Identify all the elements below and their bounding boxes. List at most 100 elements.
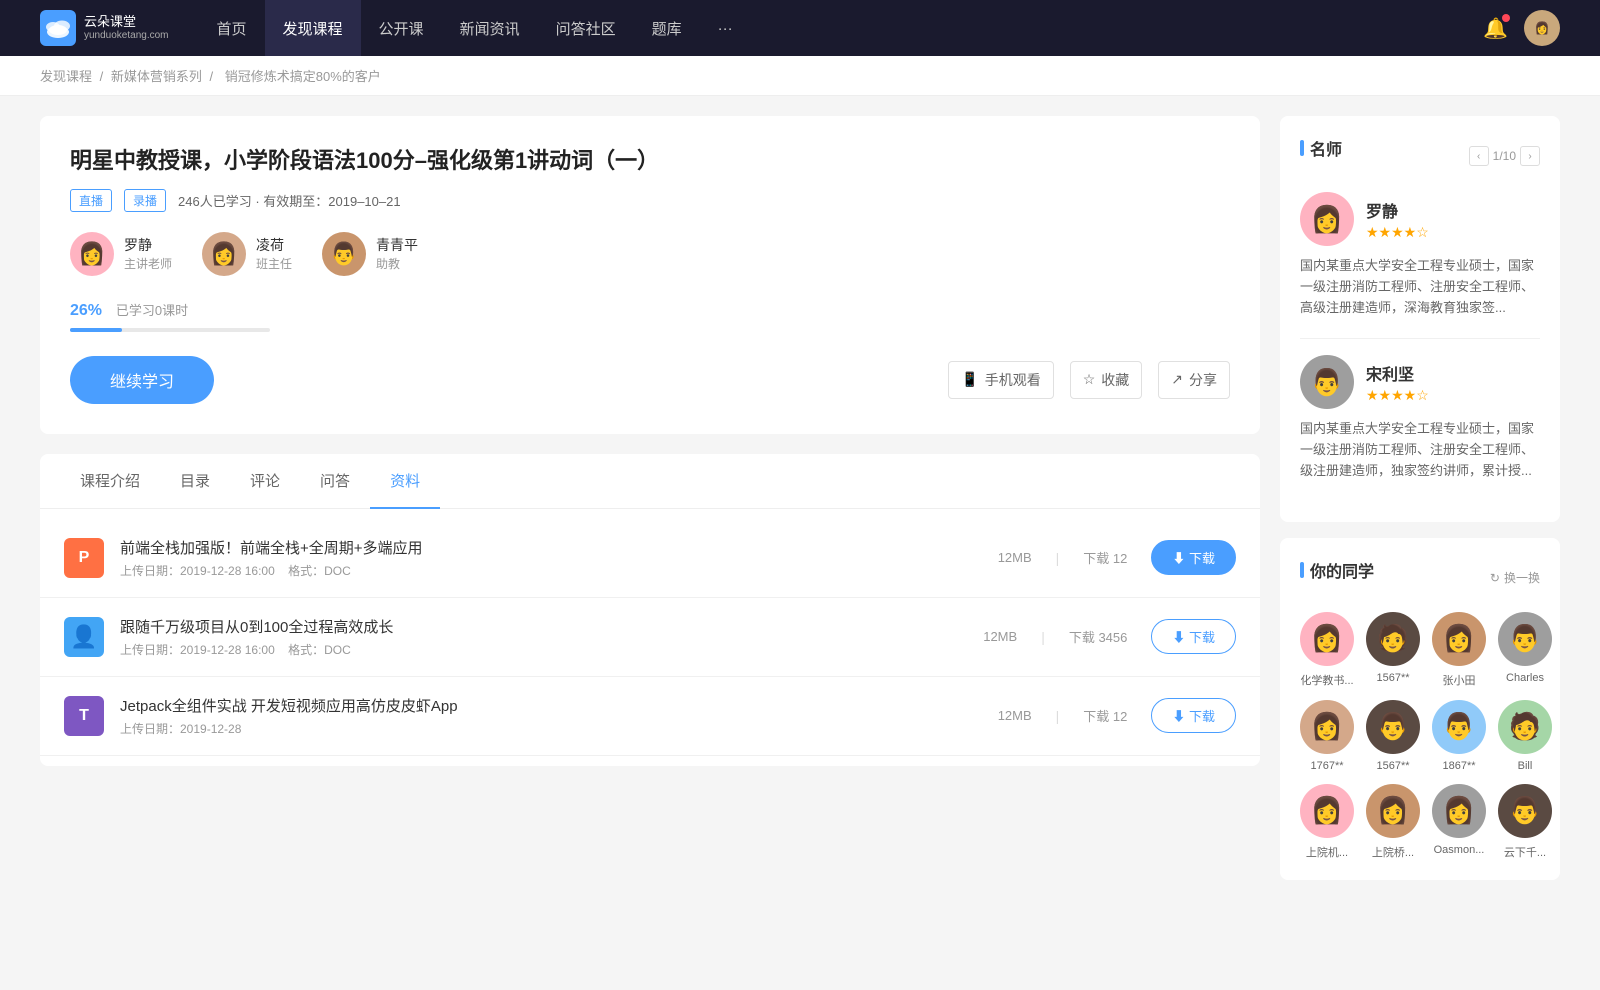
- refresh-label: 换一换: [1504, 569, 1540, 586]
- resource-size-1: 12MB: [983, 629, 1017, 644]
- classmate-avatar-0: 👩: [1300, 612, 1354, 666]
- sidebar-teacher-desc-0: 国内某重点大学安全工程专业硕士，国家一级注册消防工程师、注册安全工程师、高级注册…: [1300, 256, 1540, 318]
- classmate-name-7: Bill: [1518, 760, 1533, 772]
- user-avatar[interactable]: 👩: [1524, 10, 1560, 46]
- teacher-item-luojing: 👩 罗静 主讲老师: [70, 232, 172, 276]
- badge-live: 直播: [70, 189, 112, 212]
- resource-info-2: Jetpack全组件实战 开发短视频应用高仿皮皮虾App 上传日期：2019-1…: [120, 695, 982, 737]
- nav-item-qa[interactable]: 问答社区: [538, 0, 634, 56]
- resource-info-0: 前端全栈加强版！前端全栈+全周期+多端应用 上传日期：2019-12-28 16…: [120, 537, 982, 579]
- teachers-row: 👩 罗静 主讲老师 👩 凌荷 班主任 👨 青青平: [70, 232, 1230, 276]
- classmate-name-1: 1567**: [1376, 672, 1409, 684]
- classmate-avatar-1: 🧑: [1366, 612, 1420, 666]
- breadcrumb-link-discover[interactable]: 发现课程: [40, 69, 92, 84]
- resource-downloads-1: 下载 3456: [1069, 627, 1128, 646]
- nav-item-news[interactable]: 新闻资讯: [442, 0, 538, 56]
- classmate-item-0[interactable]: 👩 化学教书...: [1300, 612, 1354, 688]
- download-button-1[interactable]: ⬇ 下载: [1151, 619, 1236, 654]
- resource-date-2: 上传日期：2019-12-28: [120, 722, 241, 736]
- classmate-item-11[interactable]: 👨 云下千...: [1498, 784, 1552, 860]
- collect-label: 收藏: [1101, 370, 1129, 390]
- teacher-name-luojing: 罗静: [124, 235, 172, 255]
- collect-button[interactable]: ☆ 收藏: [1070, 361, 1143, 399]
- nav-logo[interactable]: 云朵课堂 yunduoketang.com: [40, 10, 169, 46]
- classmate-name-9: 上院桥...: [1372, 844, 1414, 860]
- sidebar-teacher-avatar-0[interactable]: 👩: [1300, 192, 1354, 246]
- classmate-item-10[interactable]: 👩 Oasmon...: [1432, 784, 1486, 860]
- resource-size-2: 12MB: [998, 708, 1032, 723]
- resource-list: P 前端全栈加强版！前端全栈+全周期+多端应用 上传日期：2019-12-28 …: [40, 509, 1260, 766]
- share-icon: ↗: [1171, 371, 1183, 388]
- download-button-2[interactable]: ⬇ 下载: [1151, 698, 1236, 733]
- nav-item-more[interactable]: ···: [700, 0, 751, 56]
- teacher-page-info: 1/10: [1493, 149, 1516, 163]
- classmate-item-2[interactable]: 👩 张小田: [1432, 612, 1486, 688]
- sidebar-teacher-info-1: 宋利坚 ★★★★☆: [1366, 361, 1429, 404]
- progress-section: 26% 已学习0课时: [70, 300, 1230, 332]
- classmate-name-8: 上院机...: [1306, 844, 1348, 860]
- sidebar-teacher-0: 👩 罗静 ★★★★☆ 国内某重点大学安全工程专业硕士，国家一级注册消防工程师、注…: [1300, 192, 1540, 318]
- classmate-name-11: 云下千...: [1504, 844, 1546, 860]
- tab-resources[interactable]: 资料: [370, 454, 440, 509]
- download-button-0[interactable]: ⬇ 下载: [1151, 540, 1236, 575]
- continue-study-button[interactable]: 继续学习: [70, 356, 214, 404]
- classmate-avatar-5: 👨: [1366, 700, 1420, 754]
- classmate-avatar-3: 👨: [1498, 612, 1552, 666]
- tabs-row: 课程介绍 目录 评论 问答 资料: [40, 454, 1260, 509]
- refresh-icon: ↻: [1490, 571, 1500, 585]
- resource-item-1: 👤 跟随千万级项目从0到100全过程高效成长 上传日期：2019-12-28 1…: [40, 598, 1260, 677]
- action-row: 继续学习 📱 手机观看 ☆ 收藏 ↗ 分享: [70, 356, 1230, 404]
- classmate-item-3[interactable]: 👨 Charles: [1498, 612, 1552, 688]
- resource-name-0: 前端全栈加强版！前端全栈+全周期+多端应用: [120, 537, 982, 558]
- classmate-item-4[interactable]: 👩 1767**: [1300, 700, 1354, 772]
- nav-item-public[interactable]: 公开课: [361, 0, 442, 56]
- course-header-card: 明星中教授课，小学阶段语法100分–强化级第1讲动词（一） 直播 录播 246人…: [40, 116, 1260, 434]
- teacher-role-qingqingping: 助教: [376, 255, 418, 272]
- course-meta: 直播 录播 246人已学习 · 有效期至：2019–10–21: [70, 189, 1230, 212]
- breadcrumb-sep-1: /: [100, 69, 107, 84]
- resource-meta-1: 上传日期：2019-12-28 16:00 格式：DOC: [120, 641, 967, 658]
- classmate-avatar-9: 👩: [1366, 784, 1420, 838]
- resource-downloads-2: 下载 12: [1083, 706, 1127, 725]
- sidebar-teachers-nav: 名师 ‹ 1/10 ›: [1300, 136, 1540, 176]
- tab-review[interactable]: 评论: [230, 454, 300, 509]
- classmate-item-6[interactable]: 👨 1867**: [1432, 700, 1486, 772]
- mobile-watch-button[interactable]: 📱 手机观看: [948, 361, 1053, 399]
- classmate-item-7[interactable]: 🧑 Bill: [1498, 700, 1552, 772]
- teacher-prev-button[interactable]: ‹: [1469, 146, 1489, 166]
- classmate-avatar-10: 👩: [1432, 784, 1486, 838]
- sidebar-teacher-stars-1: ★★★★☆: [1366, 387, 1429, 404]
- mobile-watch-label: 手机观看: [985, 370, 1041, 390]
- nav-item-quiz[interactable]: 题库: [634, 0, 700, 56]
- teacher-next-button[interactable]: ›: [1520, 146, 1540, 166]
- nav-item-home[interactable]: 首页: [199, 0, 265, 56]
- notification-dot: [1502, 14, 1510, 22]
- notification-bell[interactable]: 🔔: [1483, 16, 1508, 41]
- classmate-item-8[interactable]: 👩 上院机...: [1300, 784, 1354, 860]
- teacher-avatar-luojing: 👩: [70, 232, 114, 276]
- progress-bar-bg: [70, 328, 270, 332]
- classmate-item-1[interactable]: 🧑 1567**: [1366, 612, 1420, 688]
- classmate-item-5[interactable]: 👨 1567**: [1366, 700, 1420, 772]
- refresh-classmates-button[interactable]: ↻ 换一换: [1490, 569, 1540, 586]
- share-button[interactable]: ↗ 分享: [1158, 361, 1230, 399]
- sidebar-teacher-name-1: 宋利坚: [1366, 361, 1429, 385]
- resource-format-0: 格式：DOC: [288, 564, 351, 578]
- resource-size-0: 12MB: [998, 550, 1032, 565]
- resource-date-0: 上传日期：2019-12-28 16:00: [120, 564, 275, 578]
- teacher-name-linghe: 凌荷: [256, 235, 292, 255]
- breadcrumb-sep-2: /: [210, 69, 217, 84]
- resource-downloads-0: 下载 12: [1083, 548, 1127, 567]
- classmate-item-9[interactable]: 👩 上院桥...: [1366, 784, 1420, 860]
- navigation: 云朵课堂 yunduoketang.com 首页 发现课程 公开课 新闻资讯 问…: [0, 0, 1600, 56]
- tab-catalog[interactable]: 目录: [160, 454, 230, 509]
- nav-item-discover[interactable]: 发现课程: [265, 0, 361, 56]
- tab-qa[interactable]: 问答: [300, 454, 370, 509]
- classmates-grid: 👩 化学教书... 🧑 1567** 👩 张小田 👨 Charles 👩: [1300, 612, 1540, 860]
- breadcrumb-link-series[interactable]: 新媒体营销系列: [111, 69, 202, 84]
- tab-intro[interactable]: 课程介绍: [60, 454, 160, 509]
- classmates-section-title: 你的同学: [1300, 558, 1374, 582]
- teacher-name-qingqingping: 青青平: [376, 235, 418, 255]
- sidebar-teacher-avatar-1[interactable]: 👨: [1300, 355, 1354, 409]
- progress-percent: 26%: [70, 302, 102, 319]
